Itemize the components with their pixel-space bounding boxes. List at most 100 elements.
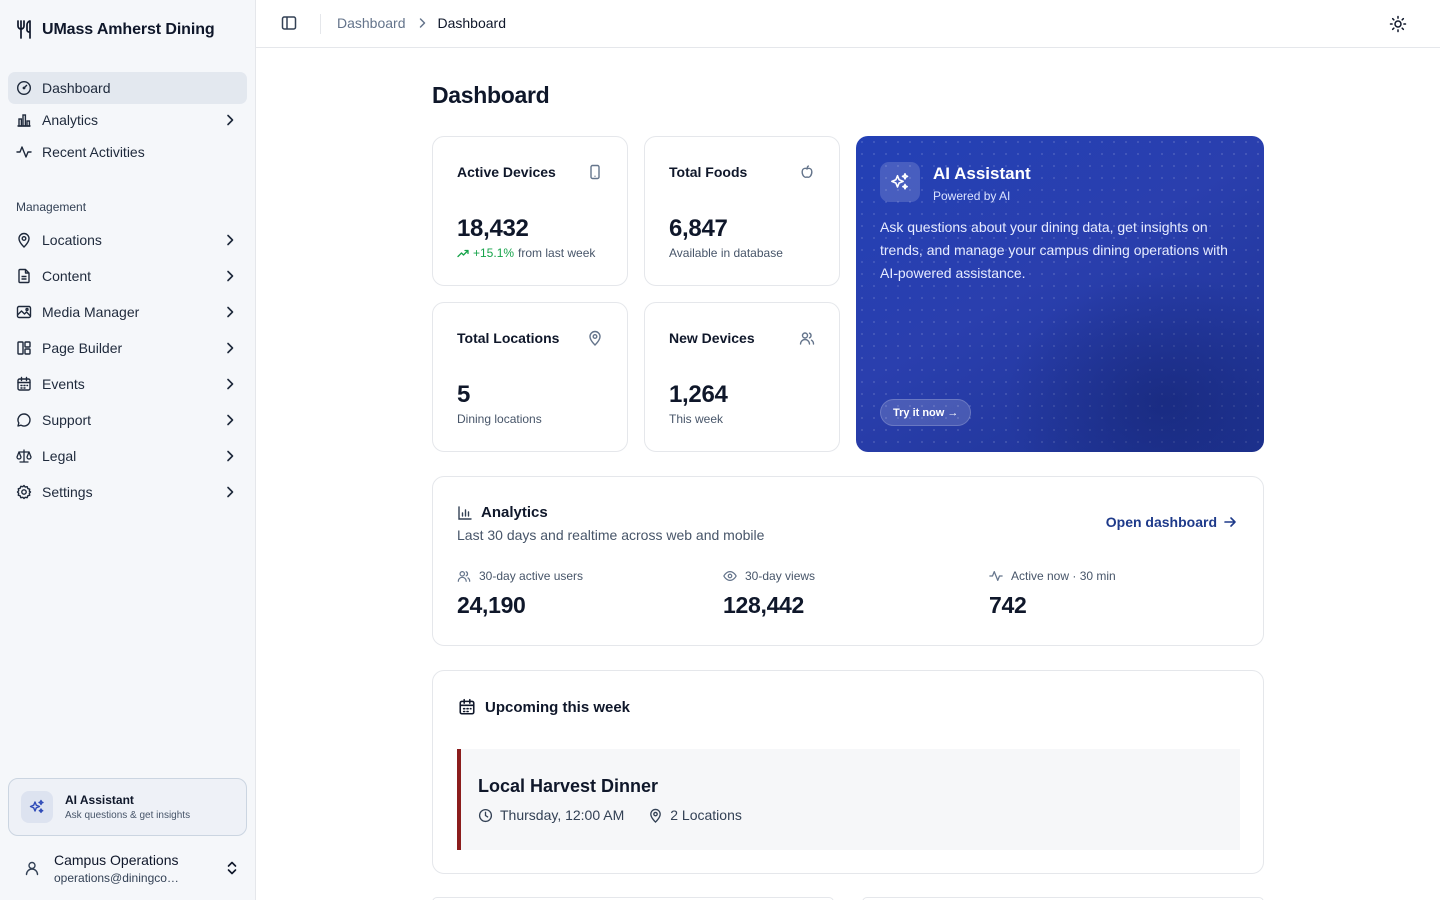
sidebar-item-label: Locations — [42, 232, 102, 248]
event-item[interactable]: Local Harvest Dinner Thursday, 12:00 AM … — [457, 749, 1240, 850]
stat-card-total-locations[interactable]: Total Locations 5 Dining locations — [432, 302, 628, 452]
ai-widget-title: AI Assistant — [65, 793, 134, 807]
eye-icon — [723, 569, 737, 583]
stat-value: 1,264 — [669, 381, 728, 408]
sidebar-item-dashboard[interactable]: Dashboard — [8, 72, 247, 104]
upcoming-title: Upcoming this week — [485, 699, 631, 716]
section-label-management: Management — [16, 200, 87, 214]
sparkles-icon — [880, 162, 920, 202]
chevron-right-icon — [223, 413, 237, 427]
chevron-right-icon — [223, 341, 237, 355]
sidebar-item-content[interactable]: Content — [8, 260, 247, 292]
sidebar-item-label: Analytics — [42, 112, 99, 128]
metric-value: 128,442 — [723, 592, 805, 618]
chevron-right-icon — [223, 305, 237, 319]
bar-chart-icon — [457, 505, 473, 521]
message-circle-icon — [16, 412, 32, 428]
sidebar-item-label: Content — [42, 268, 92, 284]
metric-value: 742 — [989, 592, 1027, 618]
sidebar-item-label: Support — [42, 412, 92, 428]
metric-active-now: Active now · 30 min 742 — [989, 569, 1116, 619]
open-dashboard-link[interactable]: Open dashboard — [1106, 514, 1237, 530]
try-it-now-button[interactable]: Try it now → — [880, 399, 972, 426]
sidebar-item-legal[interactable]: Legal — [8, 440, 247, 472]
stat-title: Active Devices — [457, 164, 556, 180]
sidebar-item-events[interactable]: Events — [8, 368, 247, 400]
sidebar-item-label: Events — [42, 376, 85, 392]
image-icon — [16, 304, 32, 320]
stat-card-total-foods[interactable]: Total Foods 6,847 Available in database — [644, 136, 840, 286]
bar-chart-icon — [16, 112, 32, 128]
apple-icon — [799, 164, 815, 180]
file-text-icon — [16, 268, 32, 284]
sidebar-item-label: Media Manager — [42, 304, 140, 320]
chevron-right-icon — [223, 233, 237, 247]
metric-label: Active now · 30 min — [989, 569, 1116, 583]
sidebar-item-locations[interactable]: Locations — [8, 224, 247, 256]
stat-subtext: This week — [669, 412, 724, 426]
chevron-right-icon — [223, 113, 237, 127]
breadcrumb-link[interactable]: Dashboard — [337, 15, 406, 31]
page-title: Dashboard — [432, 82, 550, 108]
ai-card-description: Ask questions about your dining data, ge… — [880, 219, 1228, 281]
sidebar-toggle-icon[interactable] — [280, 14, 298, 32]
ai-card-title: AI Assistant — [933, 164, 1031, 183]
open-dashboard-label: Open dashboard — [1105, 514, 1217, 530]
arrow-right-icon — [1223, 515, 1237, 529]
metric-label: 30-day views — [723, 569, 815, 583]
chevron-right-icon — [223, 449, 237, 463]
sidebar-item-label: Settings — [42, 484, 93, 500]
chevron-right-icon — [223, 485, 237, 499]
smartphone-icon — [587, 164, 603, 180]
map-pin-icon — [16, 232, 32, 248]
brand-name: UMass Amherst Dining — [42, 20, 215, 38]
breadcrumb: Dashboard Dashboard — [337, 15, 506, 31]
stat-subtext: Available in database — [669, 246, 783, 260]
sidebar-item-recent-activities[interactable]: Recent Activities — [8, 136, 247, 168]
ai-assistant-card: AI Assistant Powered by AI Ask questions… — [856, 136, 1264, 452]
sidebar-item-support[interactable]: Support — [8, 404, 247, 436]
sidebar-item-label: Page Builder — [42, 340, 123, 356]
map-pin-icon — [648, 808, 663, 823]
sidebar: UMass Amherst Dining Dashboard Analytics… — [0, 0, 256, 900]
metric-views: 30-day views 128,442 — [723, 569, 815, 619]
stat-value: 6,847 — [669, 215, 728, 242]
sparkles-icon — [21, 791, 53, 823]
gear-icon — [16, 484, 32, 500]
brand[interactable]: UMass Amherst Dining — [16, 20, 215, 39]
sidebar-item-settings[interactable]: Settings — [8, 476, 247, 508]
stat-card-active-devices[interactable]: Active Devices 18,432 +15.1% from last w… — [432, 136, 628, 286]
layout-icon — [16, 340, 32, 356]
trend-value: +15.1% — [473, 246, 515, 260]
trend-label: from last week — [518, 246, 596, 260]
metric-label-text: 30-day views — [745, 569, 816, 583]
sidebar-ai-assistant[interactable]: AI Assistant Ask questions & get insight… — [8, 778, 247, 836]
metric-value: 24,190 — [457, 592, 526, 618]
chevron-right-icon — [416, 17, 428, 29]
clock-icon — [478, 808, 493, 823]
sidebar-item-page-builder[interactable]: Page Builder — [8, 332, 247, 364]
scale-icon — [16, 448, 32, 464]
metric-label-text: Active now · 30 min — [1011, 569, 1116, 583]
top-header: Dashboard Dashboard — [256, 0, 1440, 48]
users-icon — [457, 569, 471, 583]
calendar-icon — [458, 698, 476, 716]
user-name: Campus Operations — [54, 851, 179, 868]
sun-icon[interactable] — [1389, 15, 1407, 33]
map-pin-icon — [587, 330, 603, 346]
calendar-icon — [16, 376, 32, 392]
metric-label-text: 30-day active users — [479, 569, 584, 583]
event-time: Thursday, 12:00 AM — [500, 807, 625, 823]
user-menu[interactable]: Campus Operations operations@diningconne… — [8, 846, 247, 890]
sidebar-item-analytics[interactable]: Analytics — [8, 104, 247, 136]
user-email: operations@diningconnect.c... — [54, 870, 184, 885]
analytics-card: Analytics Last 30 days and realtime acro… — [432, 476, 1264, 646]
stat-card-new-devices[interactable]: New Devices 1,264 This week — [644, 302, 840, 452]
analytics-title: Analytics — [481, 504, 548, 521]
sidebar-item-label: Dashboard — [42, 80, 111, 96]
event-title: Local Harvest Dinner — [478, 776, 659, 796]
analytics-description: Last 30 days and realtime across web and… — [457, 527, 765, 543]
chevron-right-icon — [223, 269, 237, 283]
sidebar-item-label: Recent Activities — [42, 144, 145, 160]
sidebar-item-media-manager[interactable]: Media Manager — [8, 296, 247, 328]
